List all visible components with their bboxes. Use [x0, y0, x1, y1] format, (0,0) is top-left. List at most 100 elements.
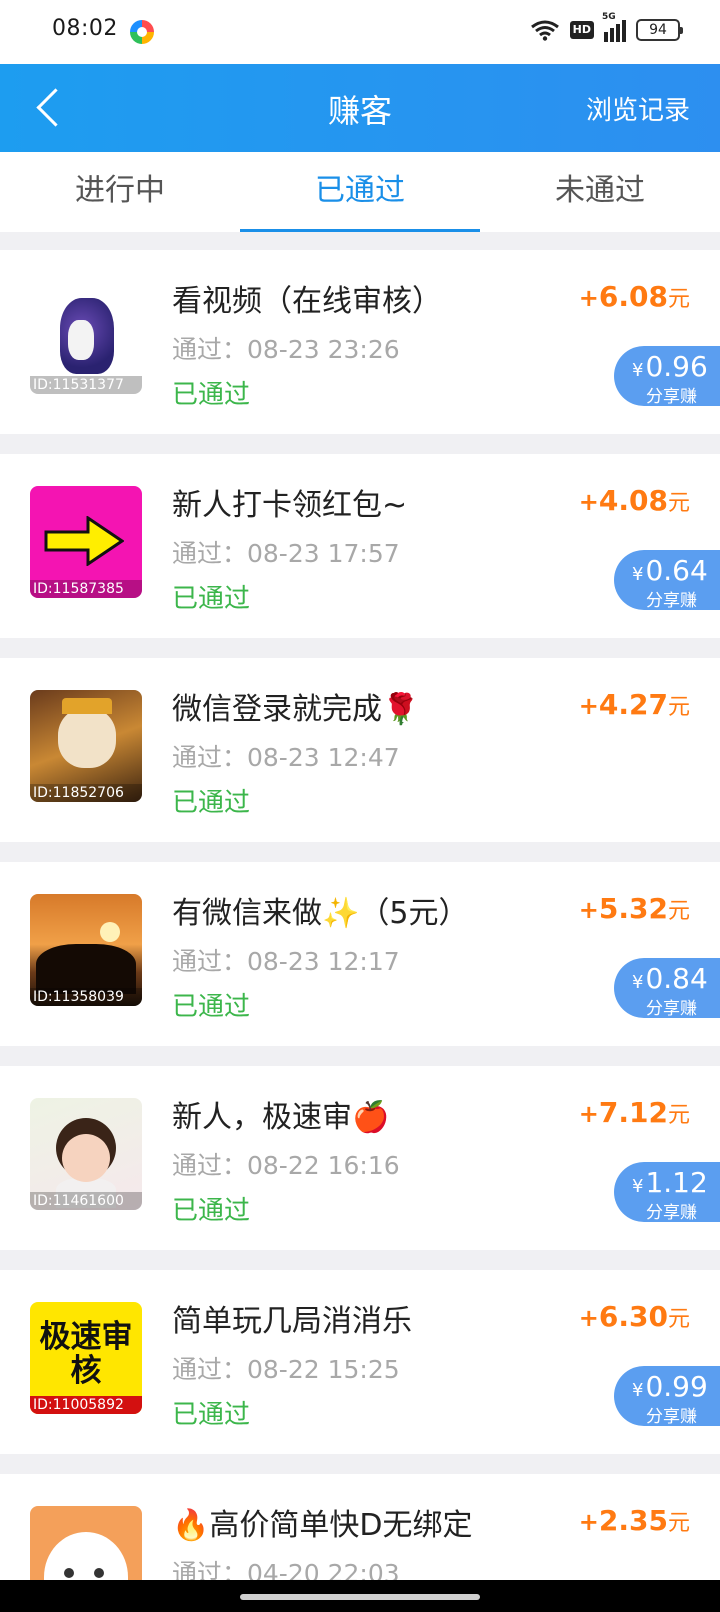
reward-value: 2.35: [598, 1504, 668, 1537]
reward-unit: 元: [667, 1103, 690, 1128]
share-earn-button[interactable]: ¥0.64 分享赚: [614, 550, 720, 611]
signal-icon: 5G: [602, 12, 626, 42]
task-title: 新人打卡领红包~: [172, 488, 408, 523]
share-amount: ¥0.96: [632, 350, 708, 383]
task-time: 通过：08-23 12:47: [172, 743, 400, 772]
task-time: 通过：08-23 17:57: [172, 539, 400, 568]
share-earn-button[interactable]: ¥0.84 分享赚: [614, 958, 720, 1019]
home-indicator[interactable]: [240, 1594, 480, 1600]
arrow-right-icon: [44, 516, 124, 566]
task-reward: +6.30元: [579, 1300, 690, 1333]
task-card[interactable]: ID:11587385 新人打卡领红包~ 通过：08-23 17:57 已通过 …: [0, 454, 720, 638]
task-status: 已通过: [172, 584, 251, 614]
share-label: 分享赚: [646, 591, 697, 611]
reward-value: 6.30: [598, 1300, 668, 1333]
task-id: ID:11852706: [30, 784, 142, 802]
task-title: 新人，极速审🍎: [172, 1100, 390, 1135]
status-bar: 08:02 HD 5G 94: [0, 0, 720, 64]
reward-sign: +: [578, 1304, 599, 1332]
cat-image: [58, 708, 116, 768]
task-reward: +2.35元: [579, 1504, 690, 1537]
baby-face-image: [62, 1134, 110, 1182]
reward-unit: 元: [667, 695, 690, 720]
share-label: 分享赚: [646, 1203, 697, 1223]
task-title: 微信登录就完成🌹: [172, 692, 420, 727]
share-earn-button[interactable]: ¥0.99 分享赚: [614, 1366, 720, 1427]
reward-value: 4.27: [598, 688, 668, 721]
reward-sign: +: [578, 1508, 599, 1536]
share-amount: ¥1.12: [632, 1166, 708, 1199]
task-reward: +6.08元: [579, 280, 690, 313]
app-header: 赚客 浏览记录: [0, 64, 720, 152]
reward-unit: 元: [667, 491, 690, 516]
task-card[interactable]: 极速审核 ID:11005892 简单玩几局消消乐 通过：08-22 15:25…: [0, 1270, 720, 1454]
reward-value: 5.32: [598, 892, 668, 925]
reward-unit: 元: [667, 899, 690, 924]
share-value: 0.99: [645, 1370, 708, 1403]
reward-value: 4.08: [598, 484, 668, 517]
share-value: 0.64: [645, 554, 708, 587]
task-id: ID:11587385: [30, 580, 142, 598]
share-amount: ¥0.99: [632, 1370, 708, 1403]
task-reward: +5.32元: [579, 892, 690, 925]
battery-level: 94: [649, 22, 667, 38]
wifi-icon: [530, 20, 559, 41]
task-reward: +4.08元: [579, 484, 690, 517]
crown-image: [62, 698, 112, 714]
reward-sign: +: [578, 692, 599, 720]
sun-image: [100, 922, 120, 942]
share-earn-button[interactable]: ¥1.12 分享赚: [614, 1162, 720, 1223]
hd-icon: HD: [569, 21, 594, 39]
share-currency: ¥: [632, 360, 644, 381]
browse-history-link[interactable]: 浏览记录: [586, 90, 690, 127]
share-earn-button[interactable]: ¥0.96 分享赚: [614, 346, 720, 407]
share-value: 0.96: [645, 350, 708, 383]
status-icons: HD 5G 94: [530, 12, 683, 42]
task-card[interactable]: ID:11358039 有微信来做✨（5元） 通过：08-23 12:17 已通…: [0, 862, 720, 1046]
reward-sign: +: [578, 1100, 599, 1128]
task-id: ID:11531377: [30, 376, 142, 394]
task-card[interactable]: ID:11852706 微信登录就完成🌹 通过：08-23 12:47 已通过 …: [0, 658, 720, 842]
reward-unit: 元: [667, 1511, 690, 1536]
task-thumbnail: ID:11852706: [30, 690, 142, 802]
task-status: 已通过: [172, 1400, 251, 1430]
portrait-image: [60, 298, 114, 374]
reward-unit: 元: [667, 287, 690, 312]
share-amount: ¥0.84: [632, 962, 708, 995]
battery-icon: 94: [636, 19, 683, 41]
share-label: 分享赚: [646, 387, 697, 407]
task-time: 通过：08-22 15:25: [172, 1355, 400, 1384]
task-time: 通过：08-23 12:17: [172, 947, 400, 976]
app-notification-icon: [130, 20, 154, 44]
task-status: 已通过: [172, 1196, 251, 1226]
task-id: ID:11461600: [30, 1192, 142, 1210]
task-reward: +4.27元: [579, 688, 690, 721]
tab-rejected[interactable]: 未通过: [480, 152, 720, 232]
share-label: 分享赚: [646, 999, 697, 1019]
task-thumbnail: ID:11587385: [30, 486, 142, 598]
system-nav-bar: [0, 1580, 720, 1612]
status-time: 08:02: [52, 16, 118, 41]
task-card[interactable]: ID:11461600 新人，极速审🍎 通过：08-22 16:16 已通过 +…: [0, 1066, 720, 1250]
task-thumbnail: ID:11531377: [30, 282, 142, 394]
task-card[interactable]: ID:11531377 看视频（在线审核） 通过：08-23 23:26 已通过…: [0, 250, 720, 434]
share-amount: ¥0.64: [632, 554, 708, 587]
thumbnail-text: 极速审核: [39, 1319, 133, 1389]
share-currency: ¥: [632, 972, 644, 993]
share-currency: ¥: [632, 1380, 644, 1401]
silhouette-image: [36, 944, 136, 994]
task-status: 已通过: [172, 992, 251, 1022]
task-title: 看视频（在线审核）: [172, 284, 442, 319]
task-list: ID:11531377 看视频（在线审核） 通过：08-23 23:26 已通过…: [0, 250, 720, 1612]
tab-passed[interactable]: 已通过: [240, 152, 480, 232]
task-thumbnail: 极速审核 ID:11005892: [30, 1302, 142, 1414]
tab-in-progress[interactable]: 进行中: [0, 152, 240, 232]
task-time: 通过：08-23 23:26: [172, 335, 400, 364]
task-status: 已通过: [172, 788, 251, 818]
task-thumbnail: ID:11461600: [30, 1098, 142, 1210]
reward-value: 7.12: [598, 1096, 668, 1129]
task-id: ID:11005892: [30, 1396, 142, 1414]
task-thumbnail: ID:11358039: [30, 894, 142, 1006]
share-currency: ¥: [632, 1176, 644, 1197]
share-value: 0.84: [645, 962, 708, 995]
